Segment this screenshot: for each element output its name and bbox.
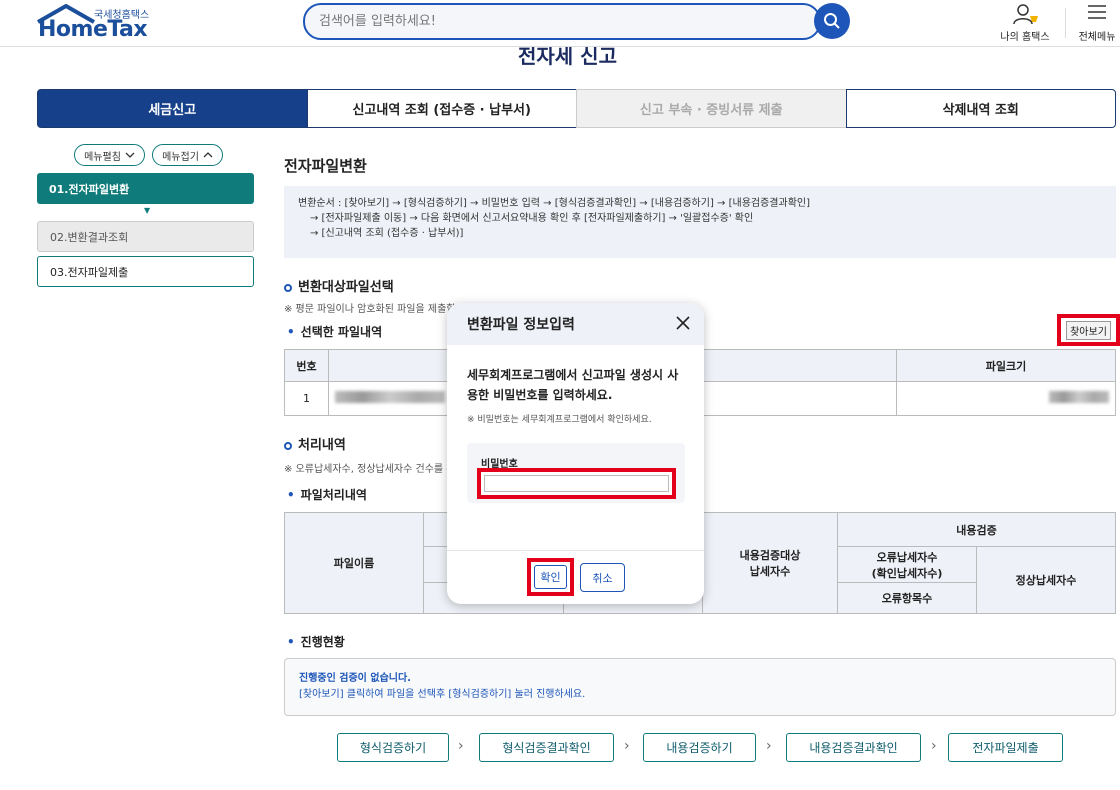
hometax-logo[interactable]: 국세청홈택스 HomeTax — [36, 4, 156, 42]
logo-text: HomeTax — [38, 17, 148, 42]
dialog-footer — [447, 550, 704, 604]
confirm-button-highlight: 확인 — [527, 558, 574, 596]
all-menu-button[interactable]: 전체메뉴 — [1074, 2, 1120, 43]
user-bell-icon — [1013, 4, 1038, 25]
site-header: 국세청홈택스 HomeTax 나의 홈택스 전체메뉴 — [0, 0, 1120, 47]
search-icon — [824, 13, 840, 29]
close-icon[interactable] — [674, 314, 692, 332]
confirm-button[interactable]: 확인 — [534, 565, 567, 589]
header-divider — [1065, 8, 1066, 38]
dialog-header: 변환파일 정보입력 — [447, 303, 704, 345]
dialog-message: 세무회계프로그램에서 신고파일 생성시 사용한 비밀번호를 입력하세요. — [467, 368, 679, 402]
search-box — [303, 3, 821, 40]
dialog-title: 변환파일 정보입력 — [467, 317, 575, 333]
hamburger-icon — [1088, 5, 1106, 19]
all-menu-label: 전체메뉴 — [1078, 32, 1116, 43]
dialog-note: ※ 비밀번호는 세무회계프로그램에서 확인하세요. — [467, 415, 652, 425]
search-button[interactable] — [814, 3, 850, 39]
password-input[interactable] — [484, 475, 669, 492]
password-dialog: 변환파일 정보입력 세무회계프로그램에서 신고파일 생성시 사용한 비밀번호를 … — [447, 303, 704, 604]
cancel-button[interactable]: 취소 — [580, 563, 625, 592]
search-input[interactable] — [305, 5, 785, 38]
my-hometax-button[interactable]: 나의 홈택스 — [996, 2, 1054, 43]
password-input-highlight — [477, 468, 676, 499]
my-hometax-label: 나의 홈택스 — [1000, 32, 1050, 43]
